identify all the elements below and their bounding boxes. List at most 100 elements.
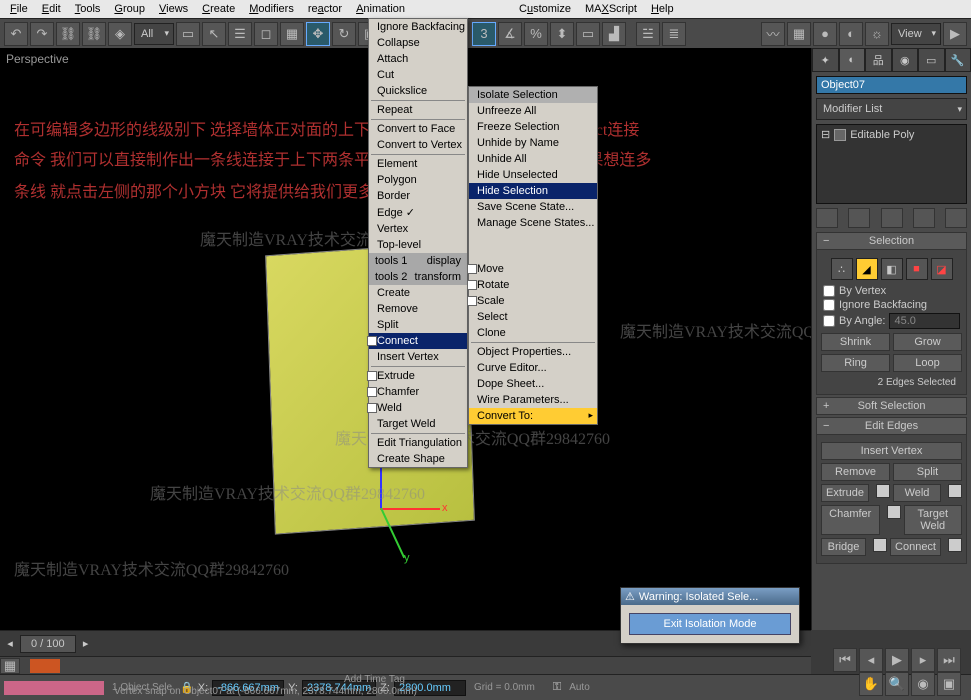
tab-motion[interactable]: ◉ — [892, 48, 919, 72]
configure-icon[interactable] — [945, 208, 967, 228]
menu-reactor[interactable]: reactor — [302, 2, 348, 16]
target-weld-button[interactable]: Target Weld — [904, 505, 963, 535]
select-region[interactable]: ◻ — [254, 22, 278, 46]
undo-button[interactable]: ↶ — [4, 22, 28, 46]
ctx-edge[interactable]: Edge ✓ — [369, 204, 467, 221]
add-time-tag[interactable]: Add Time Tag — [340, 673, 409, 686]
remove-mod-icon[interactable] — [913, 208, 935, 228]
connect-button[interactable]: Connect — [890, 538, 941, 556]
ctx-border[interactable]: Border — [369, 188, 467, 204]
menu-views[interactable]: Views — [153, 2, 194, 16]
ctx-quickslice[interactable]: Quickslice — [369, 83, 467, 99]
render-setup-icon[interactable]: ◐ — [839, 22, 863, 46]
extrude-button[interactable]: Extrude — [821, 484, 869, 502]
tab-create[interactable]: ✦ — [812, 48, 839, 72]
spinner-snap[interactable]: ⬍ — [550, 22, 574, 46]
ctx-convert-face[interactable]: Convert to Face — [369, 121, 467, 137]
by-vertex-check[interactable]: By Vertex — [821, 284, 962, 298]
menu-edit[interactable]: Edit — [36, 2, 67, 16]
ctx-dope-sheet[interactable]: Dope Sheet... — [469, 376, 597, 392]
align-button[interactable]: ☱ — [636, 22, 660, 46]
stack-editable-poly[interactable]: ⊟Editable Poly — [819, 127, 964, 142]
angle-snap[interactable]: ∡ — [498, 22, 522, 46]
track-config-icon[interactable]: ▦ — [0, 658, 20, 674]
keyframe-marker[interactable] — [30, 659, 60, 673]
menu-customize[interactable]: Customize — [513, 2, 577, 16]
orbit-icon[interactable]: ◉ — [911, 672, 935, 696]
select-button[interactable]: ▭ — [176, 22, 200, 46]
loop-button[interactable]: Loop — [893, 354, 962, 372]
render-prod-icon[interactable]: ▶ — [943, 22, 967, 46]
menu-maxscript[interactable]: MAXScript — [579, 2, 643, 16]
maximize-icon[interactable]: ▣ — [937, 672, 961, 696]
ctx-convert-to[interactable]: Convert To: — [469, 408, 597, 424]
frame-indicator[interactable]: 0 / 100 — [20, 635, 76, 653]
extrude-settings-icon[interactable] — [876, 484, 890, 498]
by-angle-check[interactable] — [823, 315, 835, 327]
ctx-chamfer[interactable]: Chamfer — [369, 384, 467, 400]
curve-editor-icon[interactable]: 〰 — [761, 22, 785, 46]
shrink-button[interactable]: Shrink — [821, 333, 890, 351]
ctx-unhide-name[interactable]: Unhide by Name — [469, 135, 597, 151]
ignore-backfacing-check[interactable]: Ignore Backfacing — [821, 298, 962, 312]
rollout-soft-selection[interactable]: Soft Selection — [816, 397, 967, 415]
ctx-unfreeze-all[interactable]: Unfreeze All — [469, 103, 597, 119]
ctx-freeze-sel[interactable]: Freeze Selection — [469, 119, 597, 135]
dialog-titlebar[interactable]: ⚠Warning: Isolated Sele... — [621, 588, 799, 605]
ring-button[interactable]: Ring — [821, 354, 890, 372]
exit-isolation-button[interactable]: Exit Isolation Mode — [629, 613, 791, 635]
subobj-border[interactable]: ◧ — [881, 258, 903, 280]
ctx-remove[interactable]: Remove — [369, 301, 467, 317]
select-arrow[interactable]: ↖ — [202, 22, 226, 46]
ctx-cut[interactable]: Cut — [369, 67, 467, 83]
gizmo-x-axis[interactable] — [380, 508, 440, 510]
prev-frame-icon[interactable]: ◂ — [0, 637, 20, 650]
connect-settings-icon[interactable] — [948, 538, 962, 552]
object-name-field[interactable]: Object07 — [816, 76, 967, 94]
subobj-edge[interactable]: ◢ — [856, 258, 878, 280]
split-button[interactable]: Split — [893, 463, 962, 481]
menu-create[interactable]: Create — [196, 2, 241, 16]
weld-button[interactable]: Weld — [893, 484, 941, 502]
goto-end-icon[interactable]: ⏭ — [937, 648, 961, 672]
ctx-clone[interactable]: Clone — [469, 325, 597, 341]
redo-button[interactable]: ↷ — [30, 22, 54, 46]
ctx-polygon[interactable]: Polygon — [369, 172, 467, 188]
angle-spinner[interactable]: 45.0 — [889, 313, 960, 329]
ctx-repeat[interactable]: Repeat — [369, 102, 467, 118]
settings-icon[interactable] — [467, 296, 477, 306]
pan-icon[interactable]: ✋ — [859, 672, 883, 696]
time-track[interactable]: ▦ — [0, 656, 811, 674]
schematic-icon[interactable]: ▦ — [787, 22, 811, 46]
chamfer-settings-icon[interactable] — [887, 505, 901, 519]
ctx-isolate[interactable]: Isolate Selection — [469, 87, 597, 103]
connect-settings-icon[interactable] — [367, 336, 377, 346]
bridge-button[interactable]: Bridge — [821, 538, 866, 556]
settings-icon[interactable] — [367, 403, 377, 413]
snap-toggle[interactable]: 3 — [472, 22, 496, 46]
ctx-attach[interactable]: Attach — [369, 51, 467, 67]
ctx-vertex[interactable]: Vertex — [369, 221, 467, 237]
ctx-obj-props[interactable]: Object Properties... — [469, 344, 597, 360]
ctx-save-scene[interactable]: Save Scene State... — [469, 199, 597, 215]
ctx-target-weld[interactable]: Target Weld — [369, 416, 467, 432]
ctx-edit-tri[interactable]: Edit Triangulation — [369, 435, 467, 451]
ctx-move[interactable]: Move — [469, 261, 597, 277]
bridge-settings-icon[interactable] — [873, 538, 887, 552]
render-icon[interactable]: ☼ — [865, 22, 889, 46]
modifier-stack[interactable]: ⊟Editable Poly — [816, 124, 967, 204]
ctx-wire-params[interactable]: Wire Parameters... — [469, 392, 597, 408]
modifier-list-select[interactable]: Modifier List — [816, 98, 967, 120]
ctx-scale[interactable]: Scale — [469, 293, 597, 309]
key-icon[interactable]: ⚿ — [553, 681, 561, 694]
pin-stack-icon[interactable] — [816, 208, 838, 228]
window-crossing[interactable]: ▦ — [280, 22, 304, 46]
rotate-button[interactable]: ↻ — [332, 22, 356, 46]
ctx-ignore-backfacing[interactable]: Ignore Backfacing — [369, 19, 467, 35]
ctx-connect[interactable]: Connect — [369, 333, 467, 349]
weld-settings-icon[interactable] — [948, 484, 962, 498]
ctx-curve-editor[interactable]: Curve Editor... — [469, 360, 597, 376]
rollout-selection[interactable]: Selection — [816, 232, 967, 250]
ctx-create-shape[interactable]: Create Shape — [369, 451, 467, 467]
goto-start-icon[interactable]: ⏮ — [833, 648, 857, 672]
